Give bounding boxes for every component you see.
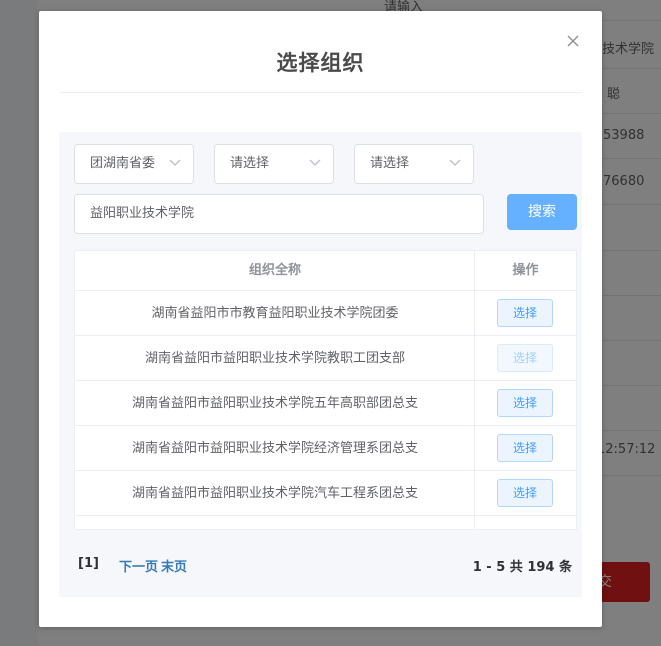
province-select[interactable]: 团湖南省委 bbox=[74, 144, 194, 184]
organization-name: 湖南省益阳市益阳职业技术学院经济管理系团总支 bbox=[131, 441, 418, 456]
organization-table: 组织全称 操作 湖南省益阳市市教育益阳职业技术学院团委 选择 湖南省益阳市益阳职… bbox=[74, 250, 577, 530]
table-row: 湖南省益阳市市教育益阳职业技术学院团委 选择 bbox=[75, 291, 576, 336]
county-select-placeholder: 请选择 bbox=[370, 156, 410, 171]
pagination-current-page[interactable]: [1] bbox=[78, 556, 99, 571]
select-button[interactable]: 选择 bbox=[497, 434, 553, 462]
select-button[interactable]: 选择 bbox=[497, 479, 553, 507]
province-select-value: 团湖南省委 bbox=[90, 156, 156, 171]
chevron-down-icon bbox=[309, 159, 321, 167]
table-row: 湖南省益阳市益阳职业技术学院经济管理系团总支 选择 bbox=[75, 426, 576, 471]
organization-name: 湖南省益阳市益阳职业技术学院五年高职部团总支 bbox=[131, 396, 418, 411]
title-divider bbox=[59, 92, 582, 93]
organization-name: 湖南省益阳市市教育益阳职业技术学院团委 bbox=[151, 306, 399, 321]
chevron-down-icon bbox=[449, 159, 461, 167]
select-button[interactable]: 选择 bbox=[497, 389, 553, 417]
close-icon[interactable] bbox=[563, 31, 583, 51]
pagination-last-link[interactable]: 末页 bbox=[161, 556, 187, 575]
column-header-name: 组织全称 bbox=[248, 263, 301, 278]
select-button[interactable]: 选择 bbox=[497, 299, 553, 327]
table-row: 湖南省益阳市益阳职业技术学院五年高职部团总支 选择 bbox=[75, 381, 576, 426]
select-button-disabled: 选择 bbox=[497, 344, 553, 372]
city-select-placeholder: 请选择 bbox=[230, 156, 270, 171]
county-select[interactable]: 请选择 bbox=[354, 144, 474, 184]
search-input[interactable]: 益阳职业技术学院 bbox=[74, 194, 484, 234]
column-header-action: 操作 bbox=[512, 263, 539, 278]
select-organization-dialog: 选择组织 团湖南省委 请选择 请选择 益阳职业技术学院 搜索 组织全称 操作 湖… bbox=[39, 11, 602, 627]
chevron-down-icon bbox=[169, 159, 181, 167]
pagination-next-link[interactable]: 下一页 bbox=[119, 556, 158, 575]
dialog-title: 选择组织 bbox=[276, 51, 365, 75]
pagination-summary: 1 - 5 共 194 条 bbox=[472, 560, 572, 575]
dialog-body: 团湖南省委 请选择 请选择 益阳职业技术学院 搜索 组织全称 操作 湖南省益阳市… bbox=[59, 132, 582, 597]
search-button[interactable]: 搜索 bbox=[507, 194, 577, 230]
table-row: 湖南省益阳市益阳职业技术学院汽车工程系团总支 选择 bbox=[75, 471, 576, 516]
organization-name: 湖南省益阳市益阳职业技术学院教职工团支部 bbox=[144, 351, 405, 366]
organization-name: 湖南省益阳市益阳职业技术学院汽车工程系团总支 bbox=[131, 486, 418, 501]
city-select[interactable]: 请选择 bbox=[214, 144, 334, 184]
table-header: 组织全称 操作 bbox=[75, 251, 576, 291]
table-row: 湖南省益阳市益阳职业技术学院教职工团支部 选择 bbox=[75, 336, 576, 381]
